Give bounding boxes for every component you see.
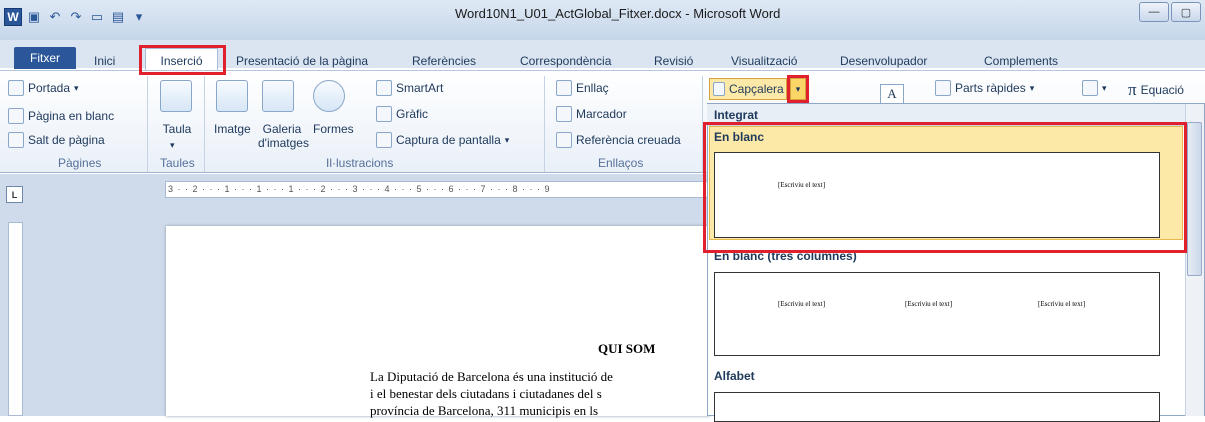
tab-page-layout[interactable]: Presentació de la pàgina — [236, 54, 368, 68]
document-line: La Diputació de Barcelona és una institu… — [370, 369, 613, 384]
screenshot-icon — [376, 132, 392, 148]
open-folder-icon[interactable]: ▤ — [109, 8, 127, 26]
shapes-icon[interactable] — [313, 80, 345, 112]
tab-file[interactable]: Fitxer — [14, 47, 76, 69]
chevron-down-icon: ▾ — [795, 83, 801, 94]
group-label-links: Enllaços — [598, 156, 644, 170]
group-label-pages: Pàgines — [58, 156, 102, 170]
chevron-down-icon: ▾ — [1029, 82, 1035, 93]
signature-icon — [1082, 80, 1098, 96]
placeholder-text: [Escriviu el text] — [778, 300, 826, 308]
tab-references[interactable]: Referències — [412, 54, 476, 68]
page-break-icon — [8, 132, 24, 148]
tab-selector-button[interactable]: L — [6, 186, 23, 203]
cover-page-button[interactable]: Portada ▾ — [8, 80, 79, 96]
gallery-item-preview[interactable] — [714, 272, 1160, 356]
customize-qat-icon[interactable]: ▾ — [130, 8, 148, 26]
gallery-item-label[interactable]: Alfabet — [714, 369, 755, 383]
smartart-icon — [376, 80, 392, 96]
header-dropdown-arrow[interactable]: ▾ — [790, 78, 806, 100]
gallery-category-header — [707, 104, 1185, 126]
picture-button-label[interactable]: Imatge — [214, 122, 251, 136]
group-label-illustrations: Il·lustracions — [326, 156, 394, 170]
hyperlink-icon — [556, 80, 572, 96]
tab-view[interactable]: Visualització — [731, 54, 797, 68]
bookmark-button[interactable]: Marcador — [556, 106, 627, 122]
shapes-button-label[interactable]: Formes — [313, 122, 354, 136]
bookmark-icon — [556, 106, 572, 122]
minimize-button[interactable]: — — [1139, 2, 1169, 22]
chevron-down-icon: ▾ — [74, 82, 79, 93]
cross-reference-button[interactable]: Referència creuada — [556, 132, 681, 148]
vertical-ruler[interactable] — [8, 222, 23, 416]
new-document-icon[interactable]: ▭ — [88, 8, 106, 26]
group-label-tables: Taules — [160, 156, 195, 170]
tab-insert[interactable]: Inserció — [145, 48, 218, 72]
tab-developer[interactable]: Desenvolupador — [840, 54, 927, 68]
gallery-item-preview — [714, 152, 1160, 238]
horizontal-ruler[interactable]: 3 · · 2 · · · 1 · · · 1 · · · 1 · · · 2 … — [165, 181, 710, 198]
chart-icon — [376, 106, 392, 122]
table-button-label[interactable]: Taula — [160, 122, 194, 136]
quick-parts-icon — [935, 80, 951, 96]
cover-page-icon — [8, 80, 24, 96]
screenshot-button[interactable]: Captura de pantalla ▾ — [376, 132, 509, 148]
divider — [204, 76, 205, 172]
divider — [702, 76, 703, 172]
quick-parts-button[interactable]: Parts ràpides ▾ — [935, 80, 1034, 96]
chevron-down-icon: ▾ — [1102, 82, 1107, 93]
tab-home[interactable]: Inici — [94, 54, 115, 68]
page-break-button[interactable]: Salt de pàgina — [8, 132, 105, 148]
blank-page-button[interactable]: Pàgina en blanc — [8, 108, 114, 124]
tab-addins[interactable]: Complements — [984, 54, 1058, 68]
tab-review[interactable]: Revisió — [654, 54, 693, 68]
clipart-icon[interactable] — [262, 80, 294, 112]
gallery-item-preview[interactable] — [714, 392, 1160, 422]
placeholder-text: [Escriviu el text] — [1038, 300, 1086, 308]
clipart-button-label[interactable]: Galeria d'imatges — [258, 122, 309, 150]
smartart-button[interactable]: SmartArt — [376, 80, 443, 96]
gallery-item-label: En blanc — [714, 130, 765, 144]
document-heading: QUI SOM — [598, 341, 656, 356]
maximize-button[interactable]: ▢ — [1171, 2, 1201, 22]
quick-access-toolbar: W ▣ ↶ ↷ ▭ ▤ ▾ — [4, 6, 148, 28]
redo-icon[interactable]: ↷ — [67, 8, 85, 26]
tab-mailings[interactable]: Correspondència — [520, 54, 611, 68]
save-icon[interactable]: ▣ — [25, 8, 43, 26]
table-icon[interactable] — [160, 80, 192, 112]
window-title: Word10N1_U01_ActGlobal_Fitxer.docx - Mic… — [455, 6, 781, 21]
chevron-down-icon: ▾ — [504, 134, 510, 145]
document-line: província de Barcelona, 311 municipis en… — [370, 403, 599, 418]
cross-reference-icon — [556, 132, 572, 148]
gallery-scrollbar-thumb[interactable] — [1187, 122, 1202, 276]
gallery-category-label: Integrat — [714, 108, 759, 122]
document-line: i el benestar dels ciutadans i ciutadane… — [370, 386, 602, 401]
placeholder-text: [Escriviu el text] — [905, 300, 953, 308]
chart-button[interactable]: Gràfic — [376, 106, 428, 122]
equation-button[interactable]: π Equació — [1128, 80, 1184, 100]
picture-icon[interactable] — [216, 80, 248, 112]
chevron-down-icon: ▾ — [170, 140, 175, 150]
word-logo-icon[interactable]: W — [4, 8, 22, 26]
divider — [544, 76, 545, 172]
blank-page-icon — [8, 108, 24, 124]
divider — [147, 76, 148, 172]
pi-icon: π — [1128, 80, 1137, 99]
text-box-icon[interactable]: A — [880, 84, 904, 104]
placeholder-text: [Escriviu el text] — [778, 181, 826, 189]
signature-line-button[interactable]: ▾ — [1082, 80, 1107, 96]
window-controls: — ▢ — [1139, 2, 1201, 22]
hyperlink-button[interactable]: Enllaç — [556, 80, 609, 96]
header-icon — [713, 82, 725, 96]
gallery-item-label[interactable]: En blanc (tres columnes) — [714, 249, 857, 263]
undo-icon[interactable]: ↶ — [46, 8, 64, 26]
header-button[interactable]: Capçalera — [709, 78, 787, 100]
